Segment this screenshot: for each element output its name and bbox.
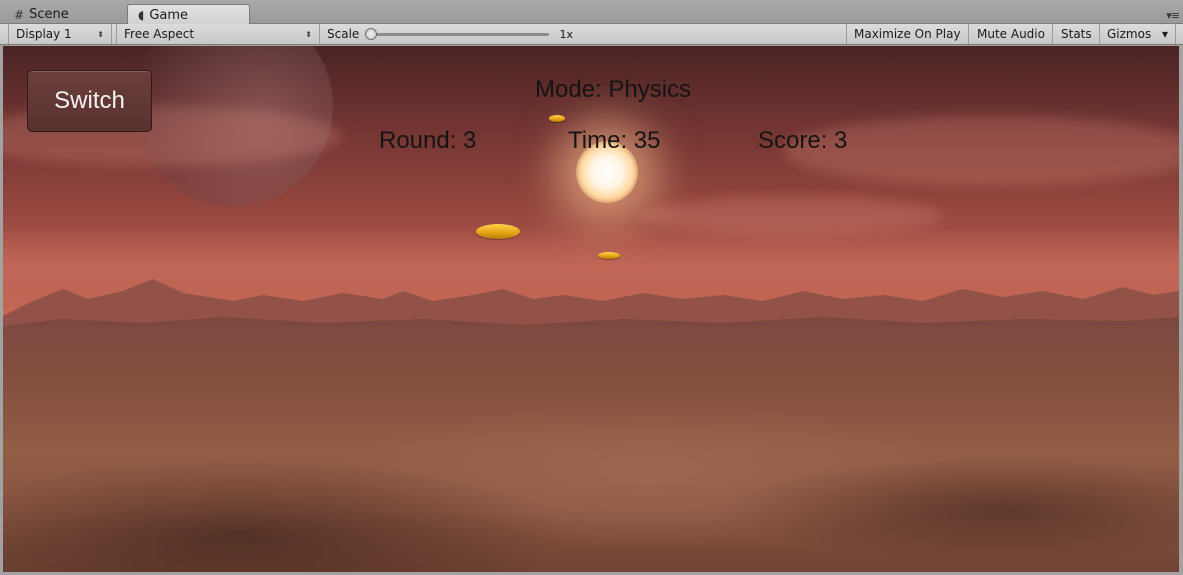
gizmos-label: Gizmos xyxy=(1107,27,1152,41)
scale-label: Scale xyxy=(327,27,360,41)
tab-scene-label: Scene xyxy=(29,7,69,22)
score-label: Score: 3 xyxy=(758,127,848,154)
coin-disc[interactable] xyxy=(549,115,565,122)
scale-control: Scale 1x xyxy=(320,24,580,44)
mute-audio-label: Mute Audio xyxy=(977,27,1045,41)
coin-disc[interactable] xyxy=(598,252,620,259)
mute-audio-toggle[interactable]: Mute Audio xyxy=(970,24,1053,44)
scale-slider-thumb[interactable] xyxy=(365,27,378,40)
mode-label: Mode: Physics xyxy=(535,76,692,103)
maximize-on-play-toggle[interactable]: Maximize On Play xyxy=(846,24,969,44)
gizmos-dropdown[interactable]: Gizmos ▾ xyxy=(1100,24,1176,44)
round-label: Round: 3 xyxy=(379,127,477,154)
scale-value: 1x xyxy=(559,27,573,41)
tab-bar: # Scene ◖ Game ▾≡ xyxy=(0,0,1183,25)
grid-icon: # xyxy=(14,7,25,22)
updown-arrow-icon: ⬍ xyxy=(305,29,312,39)
aspect-dropdown[interactable]: Free Aspect ⬍ xyxy=(116,24,320,44)
maximize-on-play-label: Maximize On Play xyxy=(854,27,961,41)
desert-ground xyxy=(3,326,1179,572)
tab-game[interactable]: ◖ Game xyxy=(127,4,250,25)
game-toolbar: Display 1 ⬍ Free Aspect ⬍ Scale 1x Maxim… xyxy=(0,24,1183,45)
tab-menu-icon[interactable]: ▾≡ xyxy=(1166,9,1180,22)
stats-toggle[interactable]: Stats xyxy=(1054,24,1100,44)
aspect-dropdown-label: Free Aspect xyxy=(124,27,195,41)
coin-disc[interactable] xyxy=(476,224,520,239)
dropdown-arrow-icon: ▾ xyxy=(1161,27,1168,41)
time-label: Time: 35 xyxy=(568,127,661,154)
tab-game-label: Game xyxy=(149,7,189,23)
pacman-icon: ◖ xyxy=(138,8,145,22)
switch-button[interactable]: Switch xyxy=(27,70,152,132)
updown-arrow-icon: ⬍ xyxy=(97,29,104,39)
scale-slider[interactable] xyxy=(365,27,550,40)
stats-label: Stats xyxy=(1061,27,1092,41)
game-viewport[interactable]: Mode: Physics Round: 3 Time: 35 Score: 3… xyxy=(3,46,1179,572)
display-dropdown-label: Display 1 xyxy=(16,27,72,41)
display-dropdown[interactable]: Display 1 ⬍ xyxy=(8,24,112,44)
tab-scene[interactable]: # Scene xyxy=(4,4,122,25)
